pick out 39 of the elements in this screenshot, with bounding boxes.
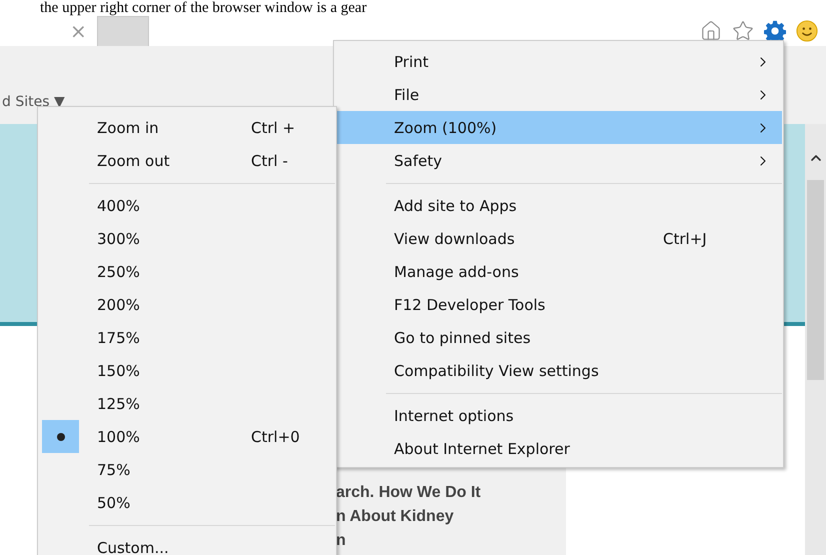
shortcut-text: Ctrl+0 xyxy=(251,428,300,446)
menu-item[interactable]: Add site to Apps xyxy=(335,189,782,222)
menu-item[interactable]: Custom... xyxy=(39,531,335,555)
menu-item[interactable]: Zoom in Ctrl + xyxy=(39,111,335,144)
document-text: the upper right corner of the browser window is a gear xyxy=(39,0,368,16)
shortcut-text: Ctrl + xyxy=(251,118,296,136)
menu-item[interactable]: Go to pinned sites xyxy=(335,321,782,354)
home-icon[interactable] xyxy=(700,20,722,42)
menu-item[interactable]: Internet options xyxy=(335,399,782,432)
headline-text: n About Kidney xyxy=(336,507,455,527)
settings-icon[interactable] xyxy=(764,20,786,42)
menu-item[interactable]: 250% xyxy=(39,255,335,288)
favorites-bar-item[interactable]: d Sites ▼ xyxy=(2,94,65,110)
menu-item[interactable]: Zoom (100%) xyxy=(335,111,782,144)
menu-item[interactable]: File xyxy=(335,78,782,111)
menu-item[interactable]: 175% xyxy=(39,321,335,354)
menu-item[interactable]: F12 Developer Tools xyxy=(335,288,782,321)
menu-item[interactable]: Safety xyxy=(335,144,782,177)
menu-item[interactable]: 75% xyxy=(39,453,335,486)
menu-item[interactable]: 125% xyxy=(39,387,335,420)
menu-item[interactable]: Zoom out Ctrl - xyxy=(39,144,335,177)
menu-item[interactable]: 200% xyxy=(39,288,335,321)
shortcut-text: Ctrl - xyxy=(251,152,288,170)
menu-item[interactable]: Print xyxy=(335,45,782,78)
menu-item[interactable]: 150% xyxy=(39,354,335,387)
menu-item[interactable]: About Internet Explorer xyxy=(335,432,782,465)
menu-item[interactable]: Compatibility View settings xyxy=(335,354,782,387)
smiley-icon[interactable] xyxy=(796,20,818,42)
menu-item[interactable]: 300% xyxy=(39,222,335,255)
menu-item[interactable]: Manage add-ons xyxy=(335,255,782,288)
scrollbar[interactable] xyxy=(805,124,826,555)
menu-item[interactable]: 400% xyxy=(39,189,335,222)
menu-item[interactable]: 100% Ctrl+0 xyxy=(39,420,335,453)
headline-text: n xyxy=(336,531,347,551)
star-icon[interactable] xyxy=(732,20,754,42)
menu-item[interactable]: 50% xyxy=(39,486,335,519)
headline-text: arch. How We Do It xyxy=(336,483,482,503)
shortcut-text: Ctrl+J xyxy=(663,230,707,248)
menu-item[interactable]: View downloads Ctrl+J xyxy=(335,222,782,255)
